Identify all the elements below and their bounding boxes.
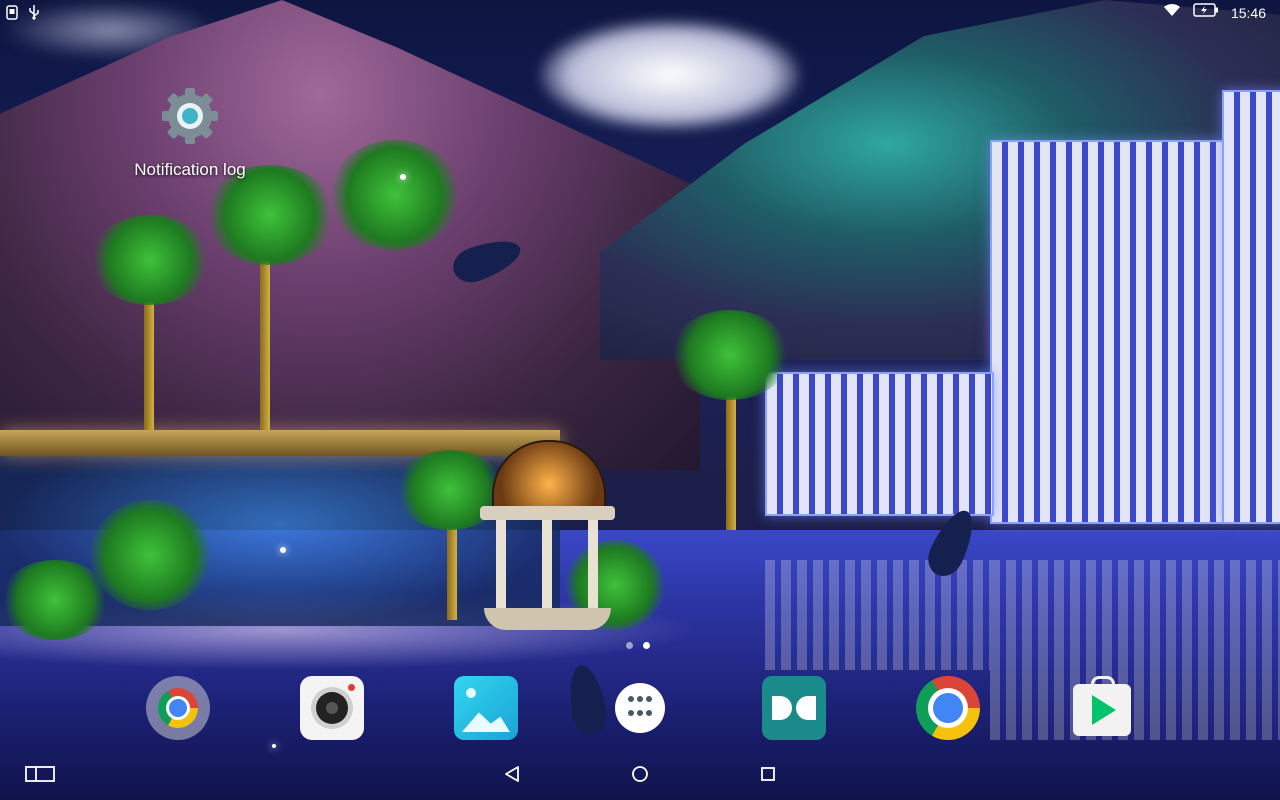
palm-leaves (330, 140, 460, 250)
usb-icon (28, 4, 40, 25)
tower-building (1222, 90, 1280, 524)
back-button[interactable] (498, 764, 526, 788)
bush (0, 560, 110, 640)
chrome-folder-icon (158, 688, 198, 728)
notification-log-shortcut[interactable]: Notification log (120, 84, 260, 180)
shortcut-label: Notification log (134, 160, 246, 179)
palm-leaves (670, 310, 790, 400)
camera-app[interactable] (300, 676, 364, 740)
sparkle (400, 174, 406, 180)
play-store-app[interactable] (1073, 676, 1131, 736)
palm-leaves (90, 215, 210, 305)
sparkle (280, 547, 286, 553)
gazebo (480, 440, 615, 640)
gallery-app[interactable] (454, 676, 518, 740)
overview-button[interactable] (754, 764, 782, 788)
chrome-folder[interactable] (146, 676, 210, 740)
building-reflection (765, 560, 990, 670)
wifi-icon (1163, 3, 1181, 22)
bridge (0, 430, 560, 456)
app-drawer-button[interactable] (615, 683, 665, 733)
settings-gear-icon (158, 84, 222, 148)
recent-windows-button[interactable] (25, 764, 55, 788)
app-drawer-icon (628, 696, 652, 720)
page-indicator (626, 642, 650, 649)
home-button[interactable] (626, 764, 654, 788)
low-building (765, 372, 994, 516)
battery-charging-icon (1193, 3, 1219, 22)
tall-building (990, 140, 1224, 524)
page-dot (626, 642, 633, 649)
overview-icon (760, 766, 776, 787)
cloud (540, 20, 800, 130)
dolby-app[interactable] (762, 676, 826, 740)
sparkle (272, 744, 276, 748)
status-time: 15:46 (1230, 4, 1266, 21)
recent-windows-icon (25, 765, 55, 787)
dock (0, 676, 1280, 742)
back-icon (503, 765, 521, 788)
navigation-bar (0, 752, 1280, 800)
screenshot-icon (6, 4, 18, 25)
page-dot-active (643, 642, 650, 649)
status-bar: 15:46 (0, 0, 1280, 26)
home-icon (631, 765, 649, 788)
chrome-app[interactable] (916, 676, 980, 740)
palm-leaves (205, 165, 335, 265)
